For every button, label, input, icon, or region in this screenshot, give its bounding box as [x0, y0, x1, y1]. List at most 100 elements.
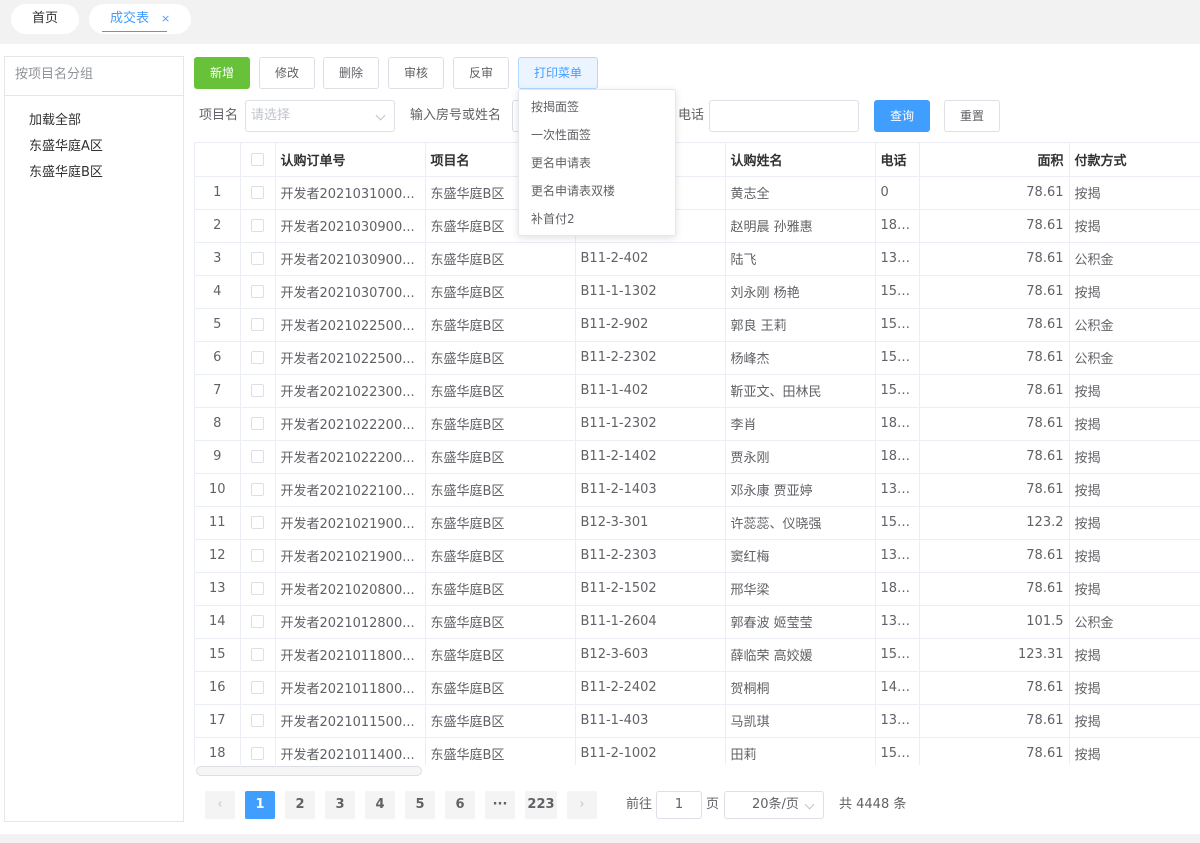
row-checkbox[interactable]: [251, 681, 264, 694]
row-checkbox-cell[interactable]: [240, 605, 276, 639]
tree-item-all[interactable]: 加载全部: [5, 108, 183, 134]
menu-item-lump-sum-sign[interactable]: 一次性面签: [519, 121, 675, 149]
page-size-select[interactable]: 20条/页: [724, 791, 824, 819]
row-checkbox[interactable]: [251, 714, 264, 727]
row-checkbox[interactable]: [251, 615, 264, 628]
row-checkbox-cell[interactable]: [240, 539, 276, 573]
row-checkbox[interactable]: [251, 417, 264, 430]
page-button-4[interactable]: 4: [365, 791, 395, 819]
row-checkbox-cell[interactable]: [240, 275, 276, 309]
unaudit-button[interactable]: 反审: [453, 57, 509, 89]
row-checkbox[interactable]: [251, 549, 264, 562]
menu-item-supplement-down-payment[interactable]: 补首付2: [519, 205, 675, 233]
row-checkbox-cell[interactable]: [240, 209, 276, 243]
table-row[interactable]: 10 开发者2021022100... 东盛华庭B区 B11-2-1403 邓永康 贾亚…: [195, 473, 1200, 507]
row-checkbox-cell[interactable]: [240, 572, 276, 606]
table-row[interactable]: 11 开发者2021021900... 东盛华庭B区 B12-3-301 许蕊蕊、仪晓强…: [195, 506, 1200, 540]
next-page-button[interactable]: ›: [567, 791, 597, 819]
goto-page-input[interactable]: 1: [656, 791, 702, 819]
select-all-checkbox[interactable]: [251, 152, 264, 166]
table-row[interactable]: 16 开发者2021011800... 东盛华庭B区 B11-2-2402 贺桐桐 147…: [195, 671, 1200, 705]
row-checkbox[interactable]: [251, 252, 264, 265]
row-checkbox-cell[interactable]: [240, 704, 276, 738]
horizontal-scrollbar[interactable]: [196, 766, 422, 776]
row-checkbox-cell[interactable]: [240, 638, 276, 672]
table-row[interactable]: 3 开发者2021030900...东盛华庭B区B11-2-402陆飞1351..…: [195, 242, 1200, 276]
header-payment[interactable]: 付款方式: [1069, 143, 1200, 177]
reset-button[interactable]: 重置: [944, 100, 1000, 132]
row-checkbox-cell[interactable]: [240, 176, 276, 210]
row-checkbox[interactable]: [251, 450, 264, 463]
audit-button[interactable]: 审核: [388, 57, 444, 89]
tree-item-area-b[interactable]: 东盛华庭B区: [5, 160, 183, 186]
table-row[interactable]: 6 开发者2021022500... 东盛华庭B区 B11-2-2302 杨峰杰 1503…: [195, 341, 1200, 375]
row-checkbox[interactable]: [251, 648, 264, 661]
row-checkbox[interactable]: [251, 318, 264, 331]
row-checkbox[interactable]: [251, 219, 264, 232]
delete-button[interactable]: 删除: [323, 57, 379, 89]
search-button[interactable]: 查询: [874, 100, 930, 132]
row-checkbox-cell[interactable]: [240, 440, 276, 474]
row-checkbox-cell[interactable]: [240, 308, 276, 342]
page-button-1[interactable]: 1: [245, 791, 275, 819]
tab-deal-table[interactable]: 成交表 ×: [89, 4, 191, 34]
tree-item-area-a[interactable]: 东盛华庭A区: [5, 134, 183, 160]
menu-item-rename-form[interactable]: 更名申请表: [519, 149, 675, 177]
header-order-no[interactable]: 认购订单号: [275, 143, 426, 177]
page-button-last[interactable]: 223: [525, 791, 557, 819]
row-checkbox-cell[interactable]: [240, 374, 276, 408]
menu-item-rename-form-double[interactable]: 更名申请表双楼: [519, 177, 675, 205]
table-row[interactable]: 15 开发者2021011800... 东盛华庭B区 B12-3-603 薛临荣 高姣媛…: [195, 638, 1200, 672]
table-row[interactable]: 2开发者2021030900...东盛华庭B区赵明晨 孙雅惠1870...78.…: [195, 209, 1200, 243]
page-button-5[interactable]: 5: [405, 791, 435, 819]
edit-button[interactable]: 修改: [259, 57, 315, 89]
page-button-2[interactable]: 2: [285, 791, 315, 819]
row-checkbox-cell[interactable]: [240, 737, 276, 765]
header-phone[interactable]: 电话: [875, 143, 920, 177]
row-checkbox[interactable]: [251, 186, 264, 199]
buyer-cell: 杨峰杰: [725, 341, 876, 375]
row-checkbox-cell[interactable]: [240, 671, 276, 705]
header-select-all[interactable]: [240, 143, 276, 177]
row-checkbox[interactable]: [251, 285, 264, 298]
row-checkbox-cell[interactable]: [240, 341, 276, 375]
row-checkbox-cell[interactable]: [240, 506, 276, 540]
table-row[interactable]: 18 开发者2021011400... 东盛华庭B区 B11-2-1002 田莉 1513…: [195, 737, 1200, 765]
table-row[interactable]: 14 开发者2021012800... 东盛华庭B区 B11-1-2604 郭春波 姬莹…: [195, 605, 1200, 639]
order-no-cell: 开发者2021011800...: [275, 671, 426, 705]
row-checkbox[interactable]: [251, 351, 264, 364]
table-row[interactable]: 13 开发者2021020800... 东盛华庭B区 B11-2-1502 邢华梁 185…: [195, 572, 1200, 606]
table-row[interactable]: 4 开发者2021030700... 东盛华庭B区 B11-1-1302 刘永刚 杨艳 1…: [195, 275, 1200, 309]
area-cell: 78.61: [919, 473, 1070, 507]
tab-home[interactable]: 首页: [11, 4, 79, 34]
prev-page-button[interactable]: ‹: [205, 791, 235, 819]
row-checkbox-cell[interactable]: [240, 242, 276, 276]
table-row[interactable]: 9 开发者2021022200... 东盛华庭B区 B11-2-1402 贾永刚 1853…: [195, 440, 1200, 474]
table-row[interactable]: 7 开发者2021022300... 东盛华庭B区 B11-1-402 靳亚文、田林民 1…: [195, 374, 1200, 408]
row-checkbox-cell[interactable]: [240, 407, 276, 441]
project-select[interactable]: 请选择: [245, 100, 395, 132]
row-checkbox[interactable]: [251, 483, 264, 496]
row-checkbox[interactable]: [251, 516, 264, 529]
phone-input[interactable]: [709, 100, 859, 132]
table-row[interactable]: 8 开发者2021022200... 东盛华庭B区 B11-1-2302 李肖 1850.…: [195, 407, 1200, 441]
print-menu-button[interactable]: 打印菜单: [518, 57, 598, 89]
add-button[interactable]: 新增: [194, 57, 250, 89]
row-checkbox-cell[interactable]: [240, 473, 276, 507]
payment-cell: 公积金: [1069, 308, 1200, 342]
table-row[interactable]: 1 开发者2021031000... 东盛华庭B区 黄志全 0 78.61 按揭: [195, 176, 1200, 210]
table-row[interactable]: 5 开发者2021022500... 东盛华庭B区 B11-2-902 郭良 王莉 151…: [195, 308, 1200, 342]
header-buyer[interactable]: 认购姓名: [725, 143, 876, 177]
more-pages-button[interactable]: ···: [485, 791, 515, 819]
close-icon[interactable]: ×: [161, 4, 170, 34]
table-row[interactable]: 17 开发者2021011500... 东盛华庭B区 B11-1-403 马凯琪 1393…: [195, 704, 1200, 738]
menu-item-mortgage-sign[interactable]: 按揭面签: [519, 93, 675, 121]
print-dropdown-menu: 按揭面签 一次性面签 更名申请表 更名申请表双楼 补首付2: [518, 89, 676, 236]
page-button-6[interactable]: 6: [445, 791, 475, 819]
table-row[interactable]: 12 开发者2021021900... 东盛华庭B区 B11-2-2303 窦红梅 137…: [195, 539, 1200, 573]
row-checkbox[interactable]: [251, 747, 264, 760]
page-button-3[interactable]: 3: [325, 791, 355, 819]
row-checkbox[interactable]: [251, 582, 264, 595]
header-area[interactable]: 面积: [919, 143, 1070, 177]
row-checkbox[interactable]: [251, 384, 264, 397]
